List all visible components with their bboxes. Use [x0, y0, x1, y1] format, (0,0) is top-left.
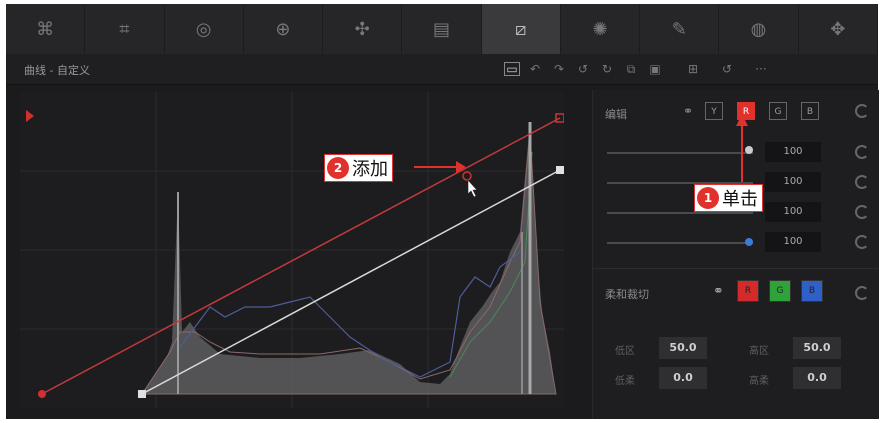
grid-icon[interactable]: ⊞: [684, 60, 702, 78]
channel-y-button[interactable]: Y: [705, 102, 723, 120]
slider-reset-icon[interactable]: [855, 235, 869, 249]
more-icon[interactable]: ···: [752, 60, 770, 78]
callout-add-arrow: [414, 161, 466, 173]
redo-icon[interactable]: ↻: [598, 60, 616, 78]
panel-header: 曲线 - 自定义 ▭ ↶ ↷ ↺ ↻ ⧉ ▣ ⊞ ↺ ···: [6, 54, 878, 85]
camera-raw-icon[interactable]: ⌘: [6, 4, 86, 54]
soft-clip-label: 柔和裁切: [605, 288, 649, 301]
channel-g-button[interactable]: G: [769, 102, 787, 120]
qualifier-icon[interactable]: ✎: [640, 4, 720, 54]
low-soft-field[interactable]: 0.0: [659, 367, 707, 389]
slider-reset-icon[interactable]: [855, 205, 869, 219]
red-curve-start-point[interactable]: [38, 390, 46, 398]
slider-value[interactable]: 100: [765, 172, 821, 192]
curves-icon[interactable]: ⧄: [481, 4, 561, 54]
callout-click: 1 单击: [694, 184, 763, 212]
rgb-mixer-icon[interactable]: ✣: [323, 4, 403, 54]
curves-panel: ⌘ ⌗ ◎ ⊕ ✣ ▤ ⧄ ✺ ✎ ◍ ✥ 曲线 - 自定义 ▭ ↶ ↷ ↺ ↻ ⧉ ▣ ⊞ ↺ ·…: [6, 4, 879, 419]
slider-track[interactable]: [607, 212, 753, 214]
soft-clip-g-button[interactable]: G: [769, 280, 791, 302]
link-icon[interactable]: ⚭: [683, 104, 693, 118]
high-soft-field-label: 高柔: [749, 376, 769, 387]
back-icon[interactable]: ↶: [526, 60, 544, 78]
motion-effects-icon[interactable]: ▤: [402, 4, 482, 54]
slider-knob[interactable]: [745, 238, 753, 246]
header-icons: ▭ ↶ ↷ ↺ ↻ ⧉ ▣ ⊞ ↺ ···: [504, 60, 770, 78]
white-curve-end-point[interactable]: [556, 166, 564, 174]
soft-clip-b-button[interactable]: B: [801, 280, 823, 302]
callout-number: 2: [327, 157, 349, 179]
callout-number: 1: [697, 187, 719, 209]
white-curve-start-point[interactable]: [138, 390, 146, 398]
color-toolbar: ⌘ ⌗ ◎ ⊕ ✣ ▤ ⧄ ✺ ✎ ◍ ✥: [6, 4, 878, 54]
slider-reset-icon[interactable]: [855, 145, 869, 159]
divider: [593, 268, 879, 269]
color-match-icon[interactable]: ⌗: [85, 4, 165, 54]
color-warper-icon[interactable]: ✺: [561, 4, 641, 54]
copy-icon[interactable]: ⧉: [622, 60, 640, 78]
curve-graph[interactable]: [20, 92, 564, 408]
tracker-icon[interactable]: ✥: [799, 4, 878, 54]
slider-value[interactable]: 100: [765, 142, 821, 162]
high-soft-field[interactable]: 0.0: [793, 367, 841, 389]
low-soft-field-label: 低柔: [615, 376, 635, 387]
slider-value[interactable]: 100: [765, 232, 821, 252]
window-icon[interactable]: ◍: [719, 4, 799, 54]
soft-clip-link-icon[interactable]: ⚭: [713, 284, 724, 299]
edit-reset-icon[interactable]: [855, 104, 869, 118]
slider-reset-icon[interactable]: [855, 175, 869, 189]
high-field-label: 高区: [749, 346, 769, 357]
soft-clip-reset-icon[interactable]: [855, 286, 869, 300]
paste-icon[interactable]: ▣: [646, 60, 664, 78]
callout-text: 添加: [352, 159, 388, 180]
slider-track[interactable]: [607, 242, 753, 244]
forward-icon[interactable]: ↷: [550, 60, 568, 78]
low-field-label: 低区: [615, 346, 635, 357]
high-field[interactable]: 50.0: [793, 337, 841, 359]
panel-title: 曲线 - 自定义: [24, 64, 90, 77]
undo-icon[interactable]: ↺: [574, 60, 592, 78]
color-wheels-icon[interactable]: ◎: [165, 4, 244, 54]
callout-text: 单击: [722, 189, 758, 210]
channel-b-button[interactable]: B: [801, 102, 819, 120]
low-field[interactable]: 50.0: [659, 337, 707, 359]
reset-all-icon[interactable]: ↺: [718, 60, 736, 78]
callout-add: 2 添加: [324, 154, 393, 182]
slider-value[interactable]: 100: [765, 202, 821, 222]
edit-mode-icon[interactable]: ▭: [504, 62, 520, 76]
callout-click-arrow: [736, 114, 748, 182]
soft-clip-r-button[interactable]: R: [737, 280, 759, 302]
hdr-icon[interactable]: ⊕: [244, 4, 324, 54]
edit-label: 编辑: [605, 108, 627, 121]
top-left-marker-icon: [26, 110, 34, 122]
